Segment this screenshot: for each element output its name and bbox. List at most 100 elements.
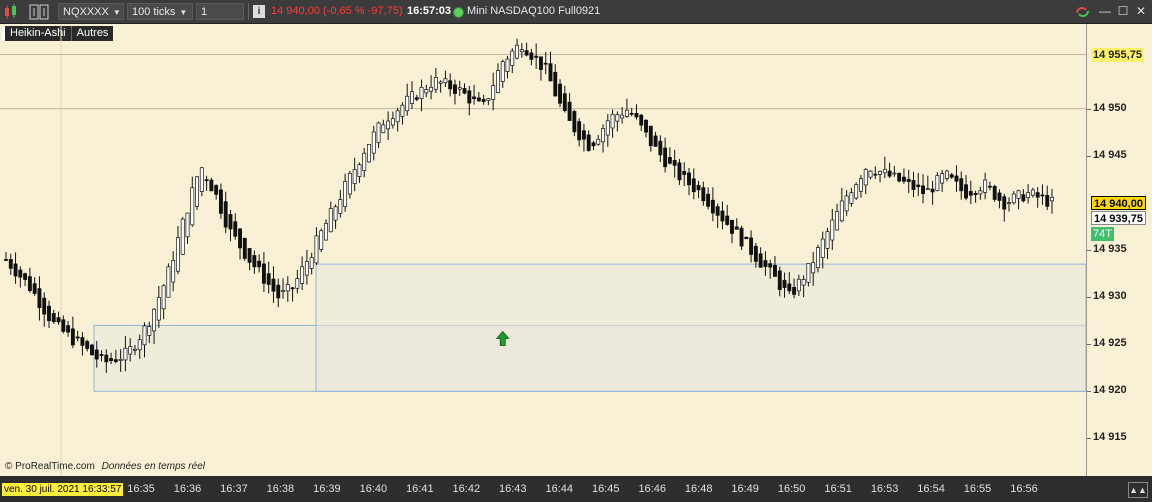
time-readout: 16:57:03 — [407, 5, 452, 17]
candle-body — [166, 266, 171, 298]
candle-body — [667, 157, 672, 164]
candle-body — [290, 287, 295, 290]
candle-body — [152, 308, 157, 332]
candle-body — [730, 219, 734, 234]
candle-body — [467, 90, 472, 104]
candle-body — [338, 199, 343, 214]
candle-body — [99, 354, 104, 356]
candle-body — [405, 95, 410, 112]
candle-body — [997, 192, 1002, 201]
ticks-badge: 74T — [1091, 227, 1114, 242]
candle-body — [562, 93, 567, 111]
scroll-right-icon[interactable]: ▲▲ — [1128, 482, 1148, 498]
candle-body — [142, 325, 147, 346]
candle-body — [505, 58, 510, 72]
candle-body — [849, 192, 854, 204]
candle-body — [362, 152, 367, 171]
candle-body — [491, 85, 496, 100]
time-tick-label: 16:45 — [591, 483, 620, 495]
candle-body — [23, 273, 28, 280]
price-axis[interactable]: 14 950 14 945 14 935 14 930 14 925 14 920 14 9… — [1086, 24, 1152, 476]
symbol-select[interactable]: NQXXXX ▼ — [58, 3, 124, 20]
candle-body — [906, 178, 911, 182]
candle-body — [242, 238, 247, 259]
candle-body — [510, 50, 515, 66]
candle-body — [147, 326, 152, 336]
info-icon[interactable]: i — [253, 5, 265, 18]
candle-body — [218, 189, 223, 214]
sync-icon[interactable] — [1074, 4, 1092, 20]
candle-body — [581, 130, 586, 140]
price-tick-mark — [1087, 344, 1091, 346]
candle-body — [691, 178, 696, 193]
candle-body — [70, 328, 75, 346]
time-tick-label: 16:53 — [870, 483, 899, 495]
candle-body — [820, 238, 825, 259]
settings-icon[interactable] — [29, 4, 53, 20]
time-tick-label: 16:38 — [266, 483, 295, 495]
candle-body — [677, 162, 682, 181]
candle-body — [233, 221, 238, 237]
candle-body — [768, 263, 773, 268]
candle-body — [90, 344, 94, 356]
candle-body — [156, 297, 161, 321]
candle-body — [195, 176, 200, 207]
candle-body — [161, 285, 166, 310]
time-axis[interactable]: ven. 30 juil. 2021 16:33:57 ▲▲ 16:35 16:3… — [0, 478, 1152, 502]
candle-body — [324, 223, 328, 241]
candle-body — [295, 278, 300, 289]
candle-body — [949, 174, 954, 178]
candle-body — [653, 135, 658, 147]
candle-body — [978, 190, 983, 195]
candle-body — [128, 346, 133, 355]
candle-body — [453, 84, 457, 94]
candle-body — [830, 219, 835, 241]
price-tick-mark — [1087, 250, 1091, 251]
candle-body — [696, 184, 701, 191]
time-tick-label: 16:35 — [127, 483, 155, 495]
candle-body — [715, 206, 720, 216]
candle-body — [844, 195, 849, 212]
candle-body — [753, 245, 758, 262]
close-icon[interactable]: ✕ — [1134, 4, 1148, 18]
candle-body — [835, 211, 840, 231]
candle-body — [882, 168, 887, 174]
candle-body — [529, 52, 534, 60]
maximize-icon[interactable]: ☐ — [1116, 4, 1130, 18]
candle-body — [672, 160, 677, 166]
candle-body — [1035, 192, 1040, 198]
candle-body — [37, 288, 42, 309]
candle-body — [443, 78, 448, 83]
candle-body — [620, 114, 625, 119]
candle-body — [534, 55, 539, 58]
candle-body — [314, 235, 319, 264]
candle-body — [424, 89, 429, 94]
price-chart[interactable] — [0, 24, 1086, 476]
candle-body — [462, 88, 467, 94]
candle-body — [32, 283, 37, 294]
candle-body — [992, 185, 997, 200]
chevron-down-icon: ▼ — [112, 8, 121, 17]
candle-body — [500, 61, 505, 82]
price-tick-label: 14 920 — [1093, 384, 1127, 397]
candle-body — [85, 341, 90, 349]
time-tick-label: 16:49 — [731, 483, 759, 495]
candle-body — [367, 143, 371, 163]
candlestick-mode-icon[interactable] — [3, 4, 25, 20]
price-tick-label: 14 935 — [1093, 243, 1127, 255]
candle-body — [304, 261, 309, 276]
timeframe-select[interactable]: 100 ticks ▼ — [127, 3, 193, 20]
minimize-icon[interactable]: — — [1098, 4, 1112, 18]
period-select[interactable]: 1 jour▼ — [196, 3, 244, 35]
time-tick-label: 16:39 — [313, 483, 341, 495]
time-tick-label: 16:40 — [359, 483, 388, 495]
candle-body — [734, 226, 739, 230]
change-percent: (-0,65 % — [323, 5, 365, 17]
candle-body — [433, 76, 438, 90]
candle-body — [854, 184, 859, 199]
candle-body — [892, 172, 897, 175]
candle-body — [486, 98, 491, 101]
candle-body — [175, 237, 180, 272]
chart-area[interactable]: Heikin-Ashi Autres © ProRealTime.com Donn… — [0, 24, 1086, 476]
candle-body — [806, 263, 811, 283]
